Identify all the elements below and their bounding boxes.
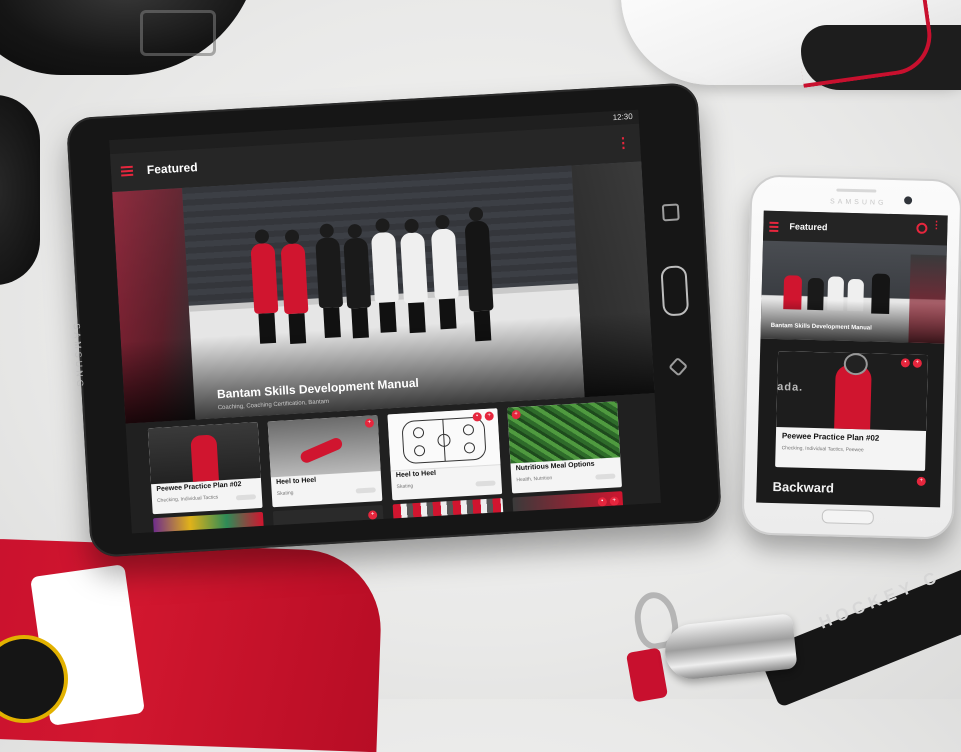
tablet-brand: SAMSUNG bbox=[71, 322, 86, 390]
content-card-next-row[interactable]: • + bbox=[512, 491, 624, 518]
add-icon[interactable]: + bbox=[511, 409, 521, 420]
content-card-next-row[interactable] bbox=[392, 498, 504, 525]
player-figure bbox=[315, 223, 344, 339]
player-figure bbox=[370, 218, 399, 333]
card-subtitle: Skating bbox=[396, 483, 414, 491]
card-thumbnail bbox=[147, 422, 261, 485]
tablet-recent-apps-key[interactable] bbox=[661, 203, 680, 222]
add-icon[interactable]: + bbox=[367, 510, 378, 520]
card-tag-pill bbox=[235, 494, 257, 501]
share-icon[interactable]: • bbox=[597, 497, 608, 507]
content-card[interactable]: + Nutritious Meal Options Health, Nutrit… bbox=[507, 401, 623, 494]
phone-speaker bbox=[836, 188, 877, 193]
share-icon[interactable]: • bbox=[900, 358, 910, 368]
overflow-menu-icon[interactable]: ⋮ bbox=[931, 220, 941, 231]
phone-camera bbox=[904, 196, 913, 205]
phone-app-title: Featured bbox=[789, 221, 828, 233]
tablet-device: SAMSUNG 12:30 Featured ⋮ Bantam Skills D… bbox=[65, 82, 723, 558]
tablet-back-key[interactable] bbox=[668, 356, 689, 377]
content-card[interactable]: + Heel to Heel Skating bbox=[267, 415, 383, 508]
add-icon[interactable]: + bbox=[916, 476, 926, 486]
card-title: Heel to Heel bbox=[275, 476, 317, 487]
card-tag-pill bbox=[355, 487, 376, 494]
hockey-helmet bbox=[0, 0, 260, 75]
player-figure bbox=[430, 214, 459, 330]
card-tag-pill bbox=[475, 480, 496, 487]
rink-diagram-icon bbox=[402, 417, 486, 464]
content-card[interactable]: ada. • + Peewee Practice Plan #02 Checki… bbox=[775, 351, 929, 471]
card-thumbnail: ada. • + bbox=[776, 351, 929, 431]
tablet-app-title: Featured bbox=[146, 160, 198, 177]
card-thumbnail: + bbox=[507, 401, 621, 464]
card-thumbnail: • + bbox=[387, 408, 501, 472]
add-icon[interactable]: + bbox=[912, 358, 922, 368]
card-title: Heel to Heel bbox=[395, 469, 437, 480]
hamburger-menu-icon[interactable] bbox=[120, 165, 134, 177]
content-card-next-row[interactable]: + bbox=[272, 504, 384, 532]
phone-brand: SAMSUNG bbox=[829, 198, 887, 207]
phone-home-button[interactable] bbox=[821, 509, 874, 525]
card-subtitle: Health, Nutrition bbox=[516, 475, 553, 484]
card-subtitle: Skating bbox=[276, 490, 294, 498]
coach-figure bbox=[464, 206, 494, 342]
hamburger-menu-icon[interactable] bbox=[769, 221, 779, 234]
add-icon[interactable]: + bbox=[364, 418, 375, 428]
overflow-menu-icon[interactable]: ⋮ bbox=[616, 134, 631, 152]
card-subtitle: Checking, Individual Tactics, Peewee bbox=[781, 445, 864, 454]
content-card-next-row[interactable] bbox=[153, 511, 264, 534]
hero-caption-shade bbox=[760, 298, 946, 344]
player-figure bbox=[400, 218, 429, 334]
phone-screen: Featured ⋮ Bantam Skills Development Man… bbox=[756, 210, 948, 508]
card-thumbnail: + bbox=[267, 415, 381, 478]
tablet-featured-hero[interactable]: Bantam Skills Development Manual Coachin… bbox=[112, 161, 655, 424]
next-card-title: Backward bbox=[772, 478, 835, 496]
content-card[interactable]: Peewee Practice Plan #02 Checking, Indiv… bbox=[147, 422, 263, 515]
card-subtitle: Checking, Individual Tactics bbox=[156, 494, 219, 504]
helmet-cage bbox=[140, 10, 216, 56]
lanyard-clip-tab bbox=[625, 647, 669, 703]
tablet-status-time: 12:30 bbox=[612, 111, 633, 123]
search-icon[interactable] bbox=[916, 222, 928, 234]
phone-app-bar: Featured ⋮ bbox=[763, 210, 948, 246]
phone-device: SAMSUNG Featured ⋮ Bantam Skills Develop… bbox=[741, 174, 961, 540]
player-figure bbox=[343, 223, 372, 339]
card-tag-pill bbox=[595, 473, 616, 480]
tablet-screen: 12:30 Featured ⋮ Bantam Skills Developme… bbox=[109, 109, 661, 534]
tablet-home-button[interactable] bbox=[660, 265, 690, 317]
player-figure bbox=[250, 229, 279, 344]
content-card[interactable]: • + Heel to Heel Skating bbox=[387, 408, 503, 501]
player-figure bbox=[280, 229, 309, 345]
add-icon[interactable]: + bbox=[609, 496, 620, 506]
hockey-glove bbox=[0, 95, 40, 285]
card-title: Peewee Practice Plan #02 bbox=[781, 431, 880, 443]
